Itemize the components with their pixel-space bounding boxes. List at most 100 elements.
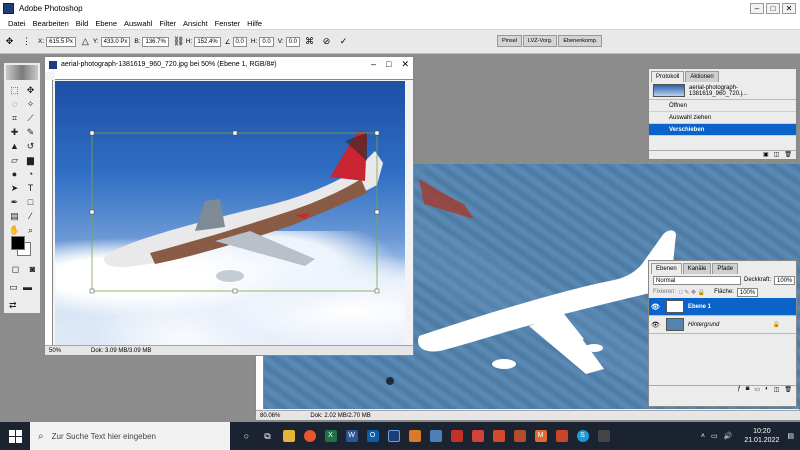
app-icon[interactable] [509,422,530,450]
tab-kanaele[interactable]: Kanäle [682,263,712,274]
lock-icons[interactable]: □ ✎ ✥ 🔒 [679,289,705,296]
new-group-icon[interactable]: ▭ [754,386,760,394]
word-icon[interactable]: W [341,422,362,450]
type-tool-icon[interactable]: T [24,182,37,194]
tray-chevron-icon[interactable]: ˄ [701,433,705,440]
pdf-icon[interactable] [446,422,467,450]
tab-pfade[interactable]: Pfade [712,263,739,274]
magic-wand-icon[interactable]: ✧ [24,98,37,110]
imageready-jump-icon[interactable]: ⇄ [9,300,17,310]
stamp-tool-icon[interactable]: ▲ [8,140,21,152]
task-view-icon[interactable]: ⧉ [257,422,278,450]
adjustment-layer-icon[interactable]: ◐ [765,386,769,394]
menu-ansicht[interactable]: Ansicht [183,19,208,28]
eye-icon[interactable]: 👁 [649,303,662,311]
lasso-tool-icon[interactable]: ◌ [8,98,21,110]
blend-mode-select[interactable]: Normal [653,275,741,285]
crop-tool-icon[interactable]: ⌗ [8,112,21,124]
eyedropper-icon[interactable]: ⁄ [24,210,37,222]
layer-mask-icon[interactable]: ◙ [746,386,750,394]
width-scale-field[interactable]: 136.7% [142,36,169,47]
new-snapshot-icon[interactable]: ◫ [774,151,780,159]
menu-ebene[interactable]: Ebene [95,19,117,28]
paint-icon[interactable] [404,422,425,450]
move-tool-icon[interactable]: ✥ [24,84,37,96]
doc1-close-button[interactable]: ✕ [401,59,409,70]
marquee-tool-icon[interactable]: ⬚ [8,84,21,96]
notes-tool-icon[interactable]: ▤ [8,210,21,222]
blur-tool-icon[interactable]: ● [8,168,21,180]
menu-bearbeiten[interactable]: Bearbeiten [33,19,69,28]
outlook-icon[interactable]: O [362,422,383,450]
menu-filter[interactable]: Filter [159,19,176,28]
delete-layer-icon[interactable]: 🗑 [784,386,792,394]
history-brush-icon[interactable]: ↺ [24,140,37,152]
clock[interactable]: 10:20 21.01.2022 [744,427,779,445]
history-step-selected[interactable]: Verschieben [649,124,796,136]
rotation-field[interactable]: 0.0 [232,36,247,47]
menu-bild[interactable]: Bild [76,19,89,28]
app-icon[interactable] [551,422,572,450]
doc1-maximize-button[interactable]: □ [386,59,391,70]
chain-link-icon[interactable]: ⛓ [173,36,184,47]
tab-aktionen[interactable]: Aktionen [685,71,719,82]
menu-datei[interactable]: Datei [8,19,26,28]
layer-style-icon[interactable]: ƒ [737,386,740,394]
photoshop-taskbar-icon[interactable] [383,422,404,450]
notifications-icon[interactable]: ▤ [787,432,794,440]
minimize-button[interactable]: – [750,3,764,14]
gradient-tool-icon[interactable]: ▆ [24,154,37,166]
new-layer-icon[interactable]: ◫ [774,386,780,394]
history-step[interactable]: Öffnen [649,100,796,112]
tab-ebenen[interactable]: Ebenen [651,263,682,274]
hand-tool-icon[interactable]: ✋ [8,224,21,236]
standard-mode-icon[interactable]: ◻ [9,263,22,275]
firefox-icon[interactable] [299,422,320,450]
history-snapshot[interactable]: aerial-photograph-1381619_960_720.j... [649,82,796,100]
maximize-button[interactable]: □ [766,3,780,14]
volume-icon[interactable]: 🔊 [724,432,733,440]
slice-tool-icon[interactable]: ⟋ [24,112,37,124]
new-document-from-state-icon[interactable]: ▣ [763,151,769,159]
screen-mode-standard-icon[interactable]: ▭ [7,281,20,293]
menu-hilfe[interactable]: Hilfe [247,19,262,28]
menu-auswahl[interactable]: Auswahl [124,19,152,28]
opacity-field[interactable]: 100% [774,275,796,285]
y-position-field[interactable]: 433.0 Px [100,36,131,47]
brush-tool-icon[interactable]: ✎ [24,126,37,138]
excel-icon[interactable]: X [320,422,341,450]
windows-start-button[interactable] [0,422,30,450]
link-icon[interactable]: △ [80,36,91,47]
doc1-minimize-button[interactable]: – [371,59,376,70]
fill-field[interactable]: 100% [736,287,759,297]
search-box[interactable]: ⌕ Zur Suche Text hier eingeben [30,422,230,450]
history-step[interactable]: Auswahl ziehen [649,112,796,124]
tab-protokoll[interactable]: Protokoll [651,71,685,82]
shape-tool-icon[interactable]: □ [24,196,37,208]
move-tool-icon[interactable]: ✥ [4,36,15,47]
tab-pinsel[interactable]: Pinsel [497,35,522,47]
doc1-zoom[interactable]: 50% [49,348,61,354]
app-icon[interactable] [593,422,614,450]
eye-icon[interactable]: 👁 [649,321,662,329]
horizontal-skew-field[interactable]: 0.0 [259,36,274,47]
canvas-airplane-photo[interactable] [55,81,405,346]
path-selection-icon[interactable]: ➤ [8,182,21,194]
pen-tool-icon[interactable]: ✒ [8,196,21,208]
tab-layer-comps[interactable]: Ebenenkomp. [558,35,603,47]
menu-fenster[interactable]: Fenster [215,19,240,28]
screen-mode-full-menu-icon[interactable]: ▬ [21,281,34,293]
cancel-transform-icon[interactable]: ⊘ [321,36,332,47]
layer-row[interactable]: 👁 Hintergrund 🔒 [649,316,796,334]
skype-icon[interactable]: S [572,422,593,450]
network-icon[interactable]: ▭ [711,432,718,440]
delete-state-icon[interactable]: 🗑 [784,151,792,159]
app-icon[interactable] [488,422,509,450]
dodge-tool-icon[interactable]: ◔ [24,168,37,180]
x-position-field[interactable]: 615.5 Px [46,36,76,47]
quickmask-mode-icon[interactable]: ◙ [26,263,39,275]
height-scale-field[interactable]: 152.4% [194,36,221,47]
photos-icon[interactable] [425,422,446,450]
doc1-title-bar[interactable]: aerial-photograph-1381619_960_720.jpg be… [45,57,413,72]
eraser-tool-icon[interactable]: ▱ [8,154,21,166]
